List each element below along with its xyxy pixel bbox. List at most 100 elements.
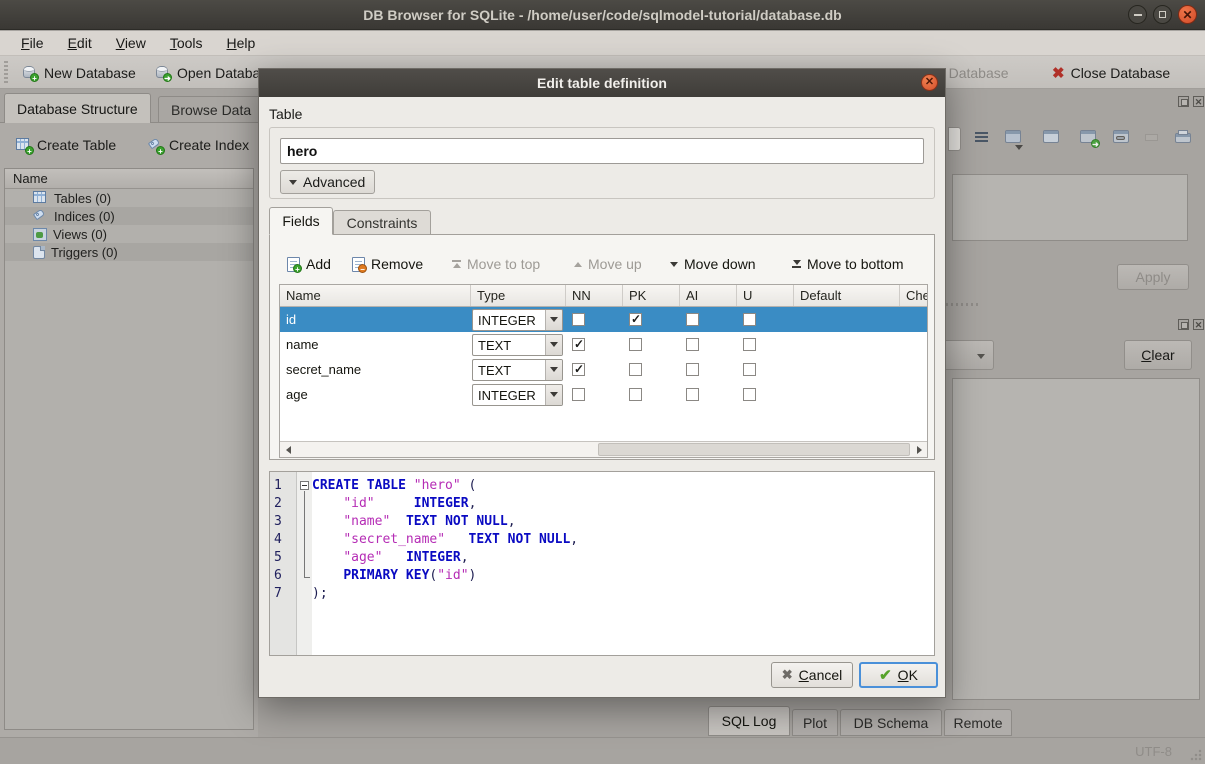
maximize-button[interactable]: [1153, 5, 1172, 24]
print-icon[interactable]: [1175, 130, 1193, 148]
field-row[interactable]: idINTEGER: [280, 307, 927, 332]
dialog-titlebar[interactable]: Edit table definition ✕: [259, 69, 945, 97]
encoding-indicator[interactable]: UTF-8: [1135, 744, 1172, 759]
resize-grip[interactable]: [1189, 748, 1202, 761]
scroll-right-icon[interactable]: [911, 442, 927, 457]
field-name-cell[interactable]: name: [280, 332, 471, 357]
column-header-u[interactable]: U: [737, 285, 794, 306]
type-combo[interactable]: TEXT: [472, 334, 563, 356]
pk-checkbox[interactable]: [629, 363, 642, 376]
pk-checkbox[interactable]: [629, 388, 642, 401]
type-combo[interactable]: INTEGER: [472, 384, 563, 406]
column-header-ai[interactable]: AI: [680, 285, 737, 306]
dock-close-icon[interactable]: ✕: [1193, 319, 1204, 330]
nn-checkbox[interactable]: [572, 388, 585, 401]
fold-collapse-icon[interactable]: [300, 481, 309, 490]
combo-arrow-icon[interactable]: [545, 385, 562, 405]
default-cell[interactable]: [794, 307, 900, 332]
create-table-button[interactable]: + Create Table: [16, 132, 116, 158]
field-name-cell[interactable]: age: [280, 382, 471, 407]
field-name-cell[interactable]: secret_name: [280, 357, 471, 382]
table-name-input[interactable]: [280, 138, 924, 164]
column-header-type[interactable]: Type: [471, 285, 566, 306]
new-database-button[interactable]: + New Database: [22, 60, 136, 85]
sql-log-area[interactable]: [952, 378, 1200, 700]
menu-file[interactable]: File: [10, 32, 55, 54]
dock-float-icon[interactable]: [1178, 96, 1189, 107]
remove-field-button[interactable]: − Remove: [352, 252, 423, 276]
tree-item-tables[interactable]: Tables (0): [5, 189, 253, 207]
toolbar-grip[interactable]: [4, 61, 8, 83]
field-name-cell[interactable]: id: [280, 307, 471, 332]
minimize-button[interactable]: [1128, 5, 1147, 24]
check-cell[interactable]: [900, 382, 927, 407]
menu-tools[interactable]: Tools: [159, 32, 214, 54]
field-row[interactable]: secret_nameTEXT: [280, 357, 927, 382]
ai-checkbox[interactable]: [686, 338, 699, 351]
u-checkbox[interactable]: [743, 338, 756, 351]
sql-preview[interactable]: 1234567 CREATE TABLE "hero" ( "id" INTEG…: [269, 471, 935, 656]
tab-plot[interactable]: Plot: [792, 709, 838, 736]
column-header-pk[interactable]: PK: [623, 285, 680, 306]
type-combo[interactable]: TEXT: [472, 359, 563, 381]
window-titlebar[interactable]: DB Browser for SQLite - /home/user/code/…: [0, 0, 1205, 30]
move-down-button[interactable]: Move down: [670, 252, 756, 276]
add-field-button[interactable]: + Add: [287, 252, 331, 276]
menu-help[interactable]: Help: [216, 32, 267, 54]
nn-checkbox[interactable]: [572, 363, 585, 376]
nn-checkbox[interactable]: [572, 313, 585, 326]
tab-constraints[interactable]: Constraints: [333, 210, 431, 235]
dock-float-icon[interactable]: [1178, 319, 1189, 330]
tab-remote[interactable]: Remote: [944, 709, 1012, 736]
pk-checkbox[interactable]: [629, 313, 642, 326]
default-cell[interactable]: [794, 382, 900, 407]
save-file-icon[interactable]: [1043, 130, 1061, 148]
combo-arrow-icon[interactable]: [545, 310, 562, 330]
tree-header-name[interactable]: Name: [5, 169, 253, 189]
grid-horizontal-scrollbar[interactable]: [280, 441, 927, 457]
scrollbar-thumb[interactable]: [598, 443, 910, 456]
u-checkbox[interactable]: [743, 313, 756, 326]
column-header-nn[interactable]: NN: [566, 285, 623, 306]
close-database-button[interactable]: ✖ Close Database: [1052, 60, 1170, 85]
check-cell[interactable]: [900, 307, 927, 332]
default-cell[interactable]: [794, 357, 900, 382]
ai-checkbox[interactable]: [686, 388, 699, 401]
advanced-button[interactable]: Advanced: [280, 170, 375, 194]
close-window-button[interactable]: ✕: [1178, 5, 1197, 24]
u-checkbox[interactable]: [743, 363, 756, 376]
tab-sql-log[interactable]: SQL Log: [708, 706, 790, 736]
mode-combo-partial[interactable]: [948, 127, 961, 151]
combo-arrow-icon[interactable]: [545, 335, 562, 355]
cell-editor-area[interactable]: [952, 174, 1188, 241]
check-cell[interactable]: [900, 332, 927, 357]
default-cell[interactable]: [794, 332, 900, 357]
move-to-bottom-button[interactable]: Move to bottom: [792, 252, 904, 276]
field-row[interactable]: ageINTEGER: [280, 382, 927, 407]
column-header-default[interactable]: Default: [794, 285, 900, 306]
dock-close-icon[interactable]: ✕: [1193, 96, 1204, 107]
cancel-button[interactable]: ✖ Cancel: [771, 662, 853, 688]
type-combo[interactable]: INTEGER: [472, 309, 563, 331]
create-index-button[interactable]: + Create Index: [148, 132, 249, 158]
clear-button[interactable]: Clear: [1124, 340, 1192, 370]
field-row[interactable]: nameTEXT: [280, 332, 927, 357]
pk-checkbox[interactable]: [629, 338, 642, 351]
tree-item-triggers[interactable]: Triggers (0): [5, 243, 253, 261]
indent-icon[interactable]: [972, 130, 990, 148]
tree-item-indices[interactable]: Indices (0): [5, 207, 253, 225]
dialog-close-button[interactable]: ✕: [921, 74, 938, 91]
combo-arrow-icon[interactable]: [545, 360, 562, 380]
menu-view[interactable]: View: [105, 32, 157, 54]
link-icon[interactable]: [1113, 130, 1131, 148]
import-file-icon[interactable]: [1005, 130, 1023, 148]
log-filter-combo[interactable]: [940, 340, 994, 370]
check-cell[interactable]: [900, 357, 927, 382]
tab-db-schema[interactable]: DB Schema: [840, 709, 942, 736]
column-header-check[interactable]: Check: [900, 285, 927, 306]
execute-icon[interactable]: ➜: [1080, 130, 1098, 148]
column-header-name[interactable]: Name: [280, 285, 471, 306]
ai-checkbox[interactable]: [686, 363, 699, 376]
scroll-left-icon[interactable]: [280, 442, 296, 457]
nn-checkbox[interactable]: [572, 338, 585, 351]
